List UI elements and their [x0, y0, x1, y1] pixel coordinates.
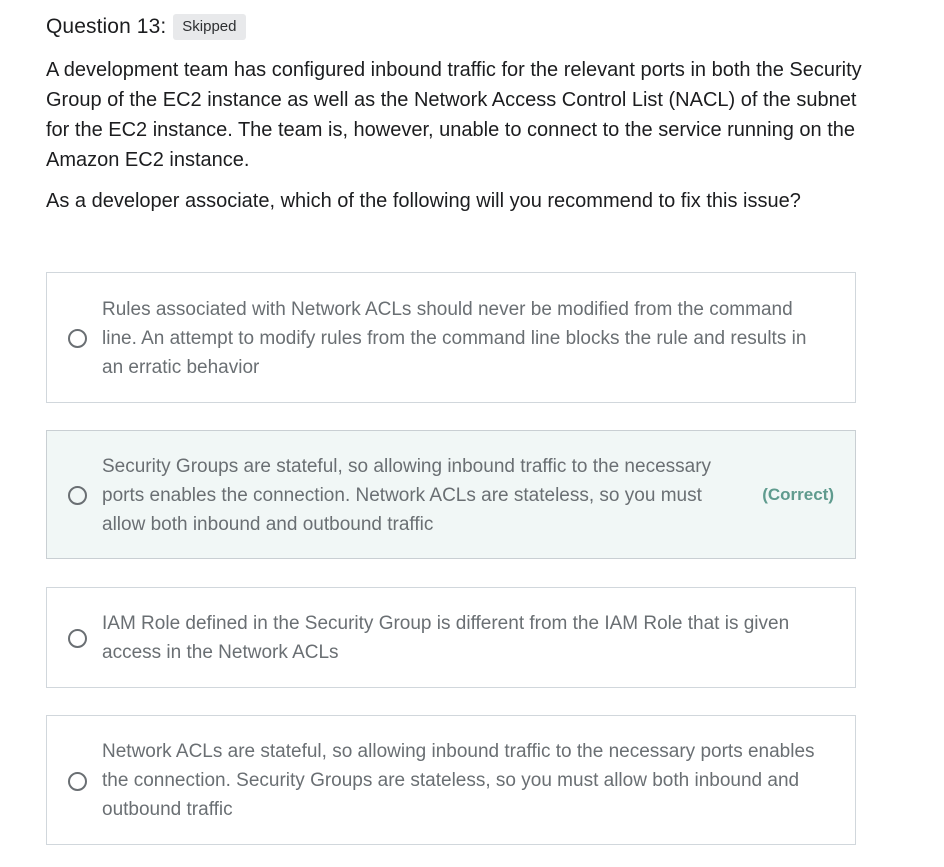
- question-ask: As a developer associate, which of the f…: [46, 190, 801, 212]
- question-text: A development team has configured inboun…: [46, 59, 862, 171]
- correct-label: (Correct): [762, 485, 834, 504]
- answer-text: Security Groups are stateful, so allowin…: [102, 456, 712, 535]
- answer-text: Rules associated with Network ACLs shoul…: [102, 299, 807, 378]
- status-badge: Skipped: [173, 14, 246, 40]
- answer-text: Network ACLs are stateful, so allowing i…: [102, 741, 815, 820]
- answer-option-2[interactable]: Security Groups are stateful, so allowin…: [46, 430, 856, 559]
- radio-button-icon[interactable]: [68, 629, 87, 648]
- answer-option-4[interactable]: Network ACLs are stateful, so allowing i…: [46, 715, 856, 845]
- answer-option-3[interactable]: IAM Role defined in the Security Group i…: [46, 587, 856, 688]
- answer-text: IAM Role defined in the Security Group i…: [102, 613, 790, 663]
- question-title: Question 13:: [46, 15, 167, 38]
- answer-option-1[interactable]: Rules associated with Network ACLs shoul…: [46, 272, 856, 403]
- radio-button-icon[interactable]: [68, 486, 87, 505]
- radio-button-icon[interactable]: [68, 329, 87, 348]
- question-prompt: A development team has configured inboun…: [46, 55, 866, 216]
- radio-button-icon[interactable]: [68, 772, 87, 791]
- question-header: Question 13: Skipped: [46, 12, 246, 42]
